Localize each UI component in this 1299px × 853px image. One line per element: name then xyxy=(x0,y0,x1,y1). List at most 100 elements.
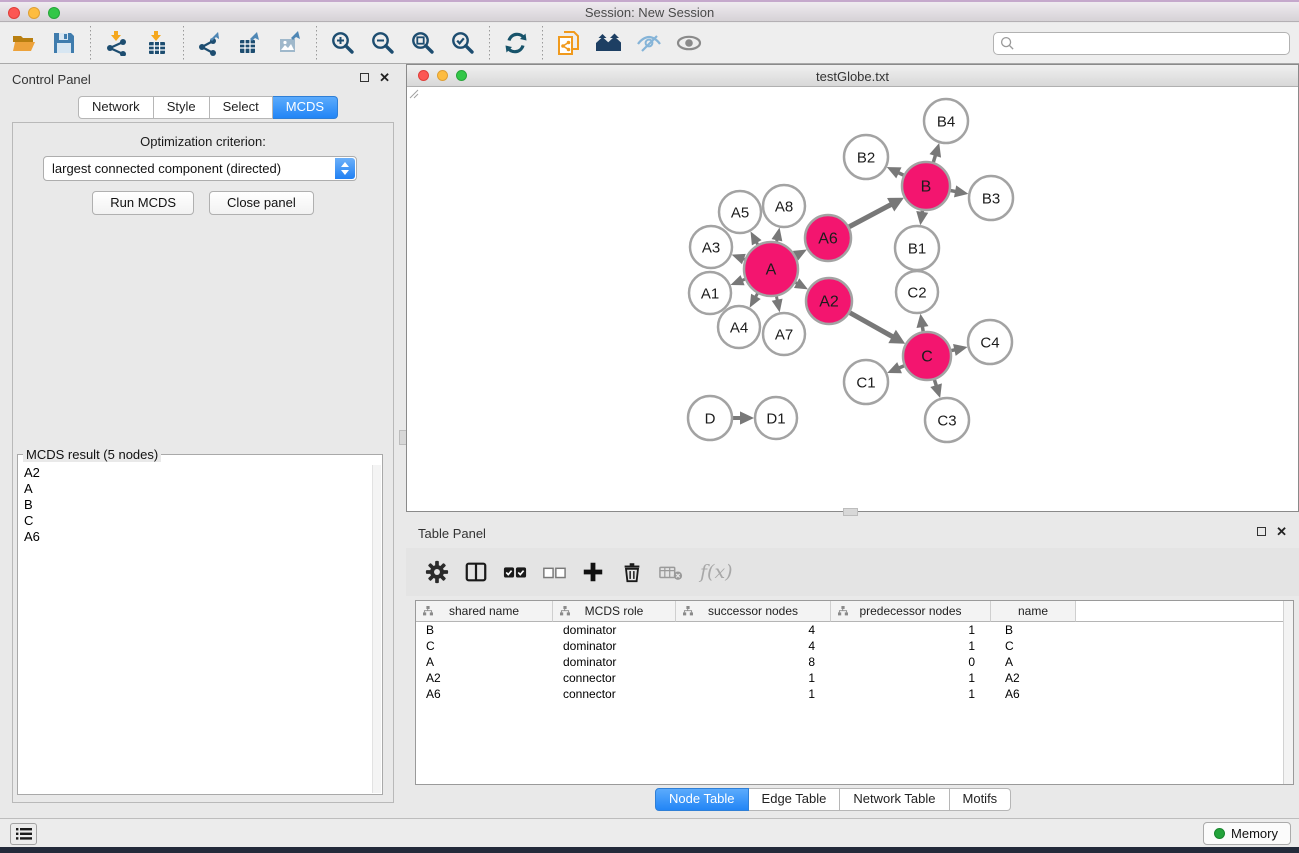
tab-mcds[interactable]: MCDS xyxy=(273,96,338,119)
import-network-button[interactable] xyxy=(97,26,137,60)
result-list-scrollbar[interactable] xyxy=(372,465,381,793)
cell-filler xyxy=(1076,686,1283,702)
cell[interactable]: A2 xyxy=(416,670,553,686)
graph-edge-arrowhead xyxy=(954,185,968,197)
table-row-A6[interactable]: A6connector11A6 xyxy=(416,686,1283,702)
task-history-button[interactable] xyxy=(10,823,37,845)
result-item-C[interactable]: C xyxy=(19,513,372,529)
add-column-button[interactable] xyxy=(580,559,606,585)
column-header-mcds-role[interactable]: MCDS role xyxy=(553,601,676,622)
cell[interactable]: A6 xyxy=(416,686,553,702)
documents-share-icon xyxy=(556,30,582,56)
memory-button[interactable]: Memory xyxy=(1203,822,1291,845)
export-table-icon xyxy=(237,30,263,56)
result-item-B[interactable]: B xyxy=(19,497,372,513)
run-mcds-button[interactable]: Run MCDS xyxy=(92,191,194,215)
cell[interactable]: 0 xyxy=(831,654,991,670)
show-columns-button[interactable] xyxy=(463,559,489,585)
graph-edge-A6-B[interactable] xyxy=(849,204,892,227)
cell[interactable]: 1 xyxy=(831,686,991,702)
cell[interactable]: 1 xyxy=(831,670,991,686)
tab-network-table[interactable]: Network Table xyxy=(840,788,949,811)
cell[interactable]: 4 xyxy=(676,638,831,654)
table-scrollbar[interactable] xyxy=(1283,601,1293,784)
float-table-panel-icon[interactable] xyxy=(1257,527,1266,536)
tab-network[interactable]: Network xyxy=(78,96,154,119)
hierarchy-icon xyxy=(838,606,848,616)
close-table-panel-icon[interactable]: ✕ xyxy=(1276,526,1287,537)
cell[interactable]: dominator xyxy=(553,638,676,654)
cell[interactable]: A6 xyxy=(991,686,1076,702)
export-network-button[interactable] xyxy=(190,26,230,60)
cell[interactable]: connector xyxy=(553,686,676,702)
network-title: testGlobe.txt xyxy=(407,69,1298,84)
tab-select[interactable]: Select xyxy=(210,96,273,119)
cell[interactable]: 1 xyxy=(831,638,991,654)
refresh-view-button[interactable] xyxy=(496,26,536,60)
resize-corner-icon[interactable] xyxy=(407,87,419,99)
horizontal-splitter-handle[interactable] xyxy=(843,508,858,516)
select-all-button[interactable] xyxy=(502,559,528,585)
import-table-button[interactable] xyxy=(137,26,177,60)
network-window-titlebar[interactable]: testGlobe.txt xyxy=(407,65,1298,87)
graph-edge-A2-C[interactable] xyxy=(850,313,894,338)
result-item-A[interactable]: A xyxy=(19,481,372,497)
column-header-name[interactable]: name xyxy=(991,601,1076,622)
zoom-in-button[interactable] xyxy=(323,26,363,60)
show-details-button[interactable] xyxy=(669,26,709,60)
table-settings-button[interactable] xyxy=(424,559,450,585)
save-session-button[interactable] xyxy=(44,26,84,60)
cell[interactable]: 4 xyxy=(676,622,831,638)
open-file-button[interactable] xyxy=(4,26,44,60)
result-item-A2[interactable]: A2 xyxy=(19,465,372,481)
cell[interactable]: A xyxy=(991,654,1076,670)
network-document-button[interactable] xyxy=(549,26,589,60)
tab-motifs[interactable]: Motifs xyxy=(950,788,1012,811)
cell[interactable]: 1 xyxy=(676,686,831,702)
tab-style[interactable]: Style xyxy=(154,96,210,119)
cell[interactable]: 1 xyxy=(676,670,831,686)
save-floppy-icon xyxy=(51,30,77,56)
cell[interactable]: 1 xyxy=(831,622,991,638)
column-header-successor-nodes[interactable]: successor nodes xyxy=(676,601,831,622)
cell[interactable]: B xyxy=(991,622,1076,638)
delete-column-button[interactable] xyxy=(619,559,645,585)
deselect-all-button[interactable] xyxy=(541,559,567,585)
export-image-button[interactable] xyxy=(270,26,310,60)
tab-node-table[interactable]: Node Table xyxy=(655,788,749,811)
network-canvas[interactable]: B4B2BB3B1A5A8A6A3AA1A2C2A4A7CC4C1C3DD1 xyxy=(407,87,1298,511)
table-row-A[interactable]: Adominator80A xyxy=(416,654,1283,670)
control-panel-tabs: Network Style Select MCDS xyxy=(78,96,338,119)
cell-filler xyxy=(1076,670,1283,686)
table-row-C[interactable]: Cdominator41C xyxy=(416,638,1283,654)
search-input[interactable] xyxy=(1015,33,1289,54)
tab-edge-table[interactable]: Edge Table xyxy=(749,788,841,811)
cell[interactable]: dominator xyxy=(553,654,676,670)
cell[interactable]: 8 xyxy=(676,654,831,670)
float-panel-icon[interactable] xyxy=(360,73,369,82)
home-button[interactable] xyxy=(589,26,629,60)
column-header-shared-name[interactable]: shared name xyxy=(416,601,553,622)
zoom-out-button[interactable] xyxy=(363,26,403,60)
hide-details-button[interactable] xyxy=(629,26,669,60)
cell[interactable]: A xyxy=(416,654,553,670)
zoom-in-icon xyxy=(330,30,356,56)
column-header-predecessor-nodes[interactable]: predecessor nodes xyxy=(831,601,991,622)
table-row-A2[interactable]: A2connector11A2 xyxy=(416,670,1283,686)
cell[interactable]: C xyxy=(991,638,1076,654)
cell[interactable]: C xyxy=(416,638,553,654)
cell[interactable]: B xyxy=(416,622,553,638)
cell[interactable]: connector xyxy=(553,670,676,686)
zoom-fit-button[interactable] xyxy=(403,26,443,60)
search-field[interactable] xyxy=(993,32,1290,55)
optimization-criterion-select[interactable]: largest connected component (directed) xyxy=(43,156,357,181)
eye-icon xyxy=(675,30,703,56)
close-panel-button[interactable]: Close panel xyxy=(209,191,314,215)
table-row-B[interactable]: Bdominator41B xyxy=(416,622,1283,638)
cell[interactable]: dominator xyxy=(553,622,676,638)
result-item-A6[interactable]: A6 xyxy=(19,529,372,545)
export-table-button[interactable] xyxy=(230,26,270,60)
close-panel-icon[interactable]: ✕ xyxy=(379,72,390,83)
cell[interactable]: A2 xyxy=(991,670,1076,686)
zoom-selected-button[interactable] xyxy=(443,26,483,60)
